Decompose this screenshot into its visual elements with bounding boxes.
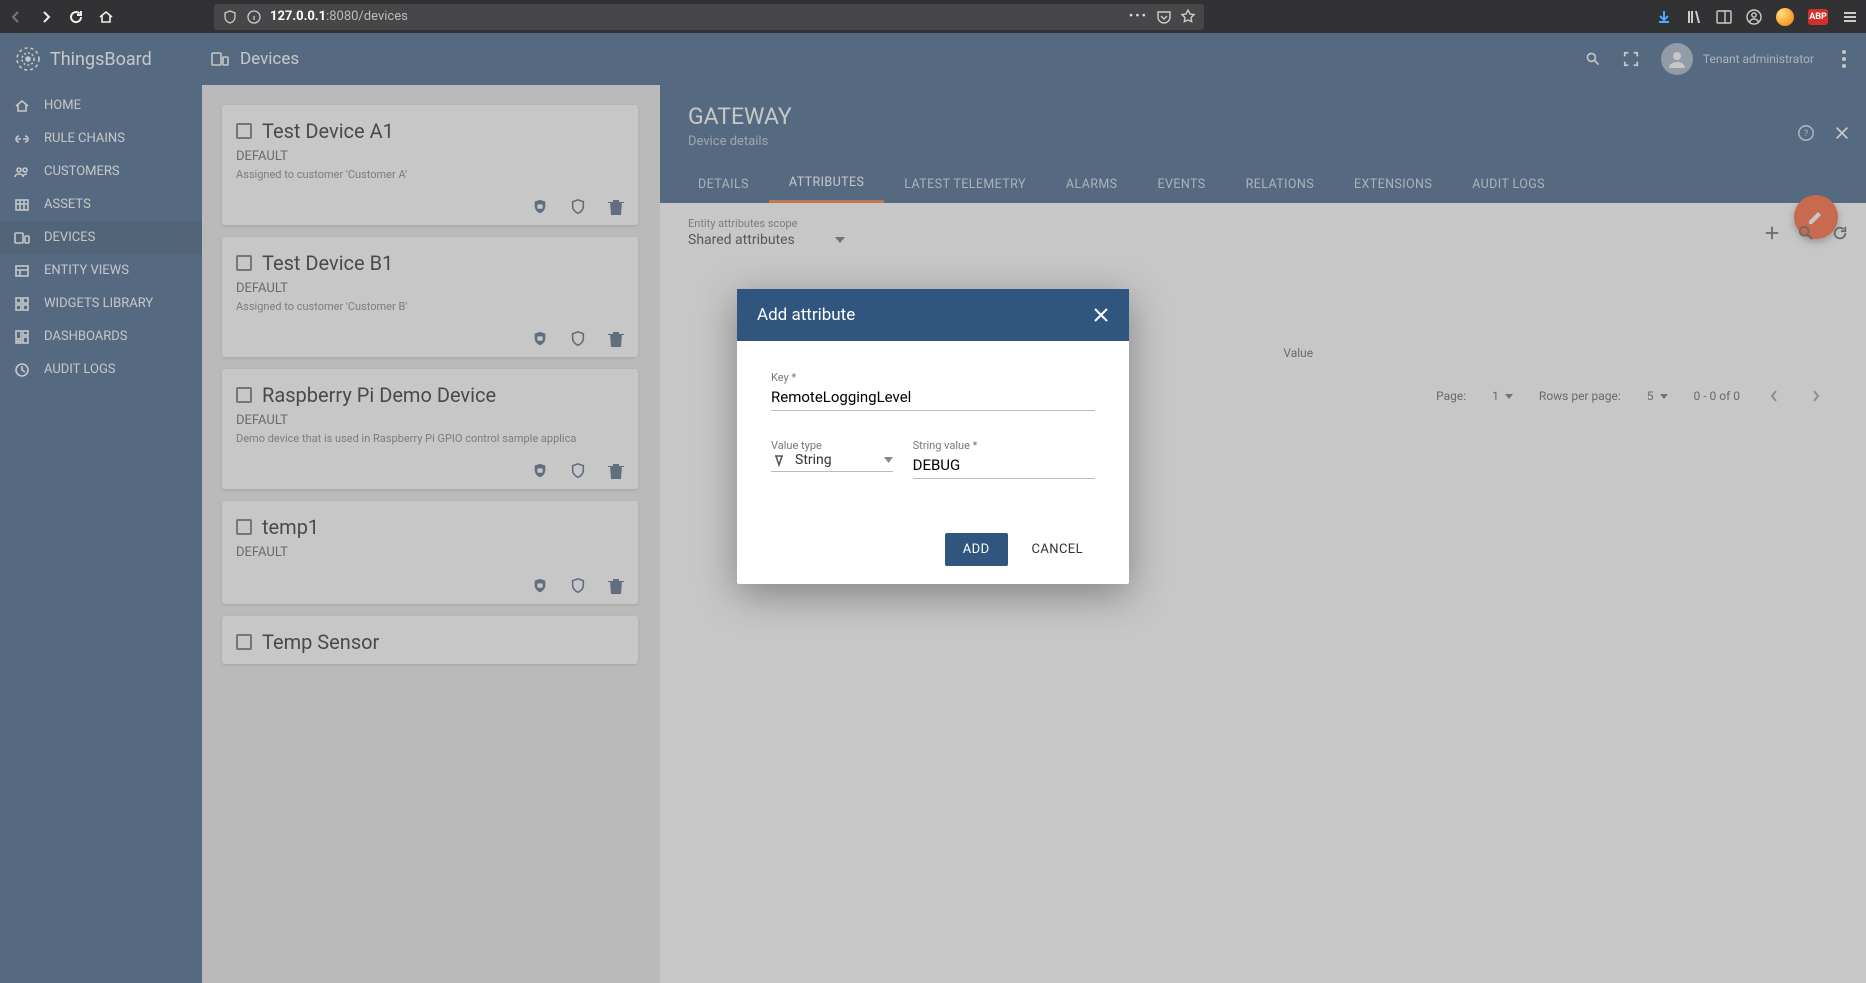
pocket-icon[interactable] bbox=[1156, 9, 1172, 25]
shield-icon bbox=[222, 9, 238, 25]
library-icon[interactable] bbox=[1686, 9, 1702, 25]
close-dialog-icon[interactable] bbox=[1093, 307, 1109, 323]
back-icon[interactable] bbox=[8, 9, 24, 25]
key-input[interactable] bbox=[771, 384, 1095, 411]
download-icon[interactable] bbox=[1656, 9, 1672, 25]
sidebar-icon[interactable] bbox=[1716, 9, 1732, 25]
menu-icon[interactable] bbox=[1842, 9, 1858, 25]
reload-icon[interactable] bbox=[68, 9, 84, 25]
key-label: Key * bbox=[771, 371, 1095, 384]
sv-label: String value * bbox=[913, 439, 1095, 452]
dialog-title: Add attribute bbox=[757, 305, 855, 325]
cancel-button[interactable]: CANCEL bbox=[1014, 533, 1101, 566]
value-type-select[interactable]: String bbox=[771, 452, 893, 472]
forward-icon[interactable] bbox=[38, 9, 54, 25]
vt-label: Value type bbox=[771, 439, 893, 452]
ext-2-icon[interactable]: ABP bbox=[1808, 9, 1828, 25]
home-icon[interactable] bbox=[98, 9, 114, 25]
add-attribute-dialog: Add attribute Key * Value type String bbox=[737, 289, 1129, 584]
string-value-input[interactable] bbox=[913, 452, 1095, 479]
url-text: 127.0.0.1:8080/devices bbox=[270, 9, 408, 24]
info-icon bbox=[246, 9, 262, 25]
modal-overlay: Add attribute Key * Value type String bbox=[0, 33, 1866, 983]
star-icon[interactable] bbox=[1180, 9, 1196, 25]
ext-1-icon[interactable] bbox=[1776, 8, 1794, 26]
url-bar[interactable]: 127.0.0.1:8080/devices ••• bbox=[214, 4, 1204, 30]
account-icon[interactable] bbox=[1746, 9, 1762, 25]
browser-chrome: 127.0.0.1:8080/devices ••• ABP bbox=[0, 0, 1866, 33]
add-button[interactable]: ADD bbox=[945, 533, 1008, 566]
